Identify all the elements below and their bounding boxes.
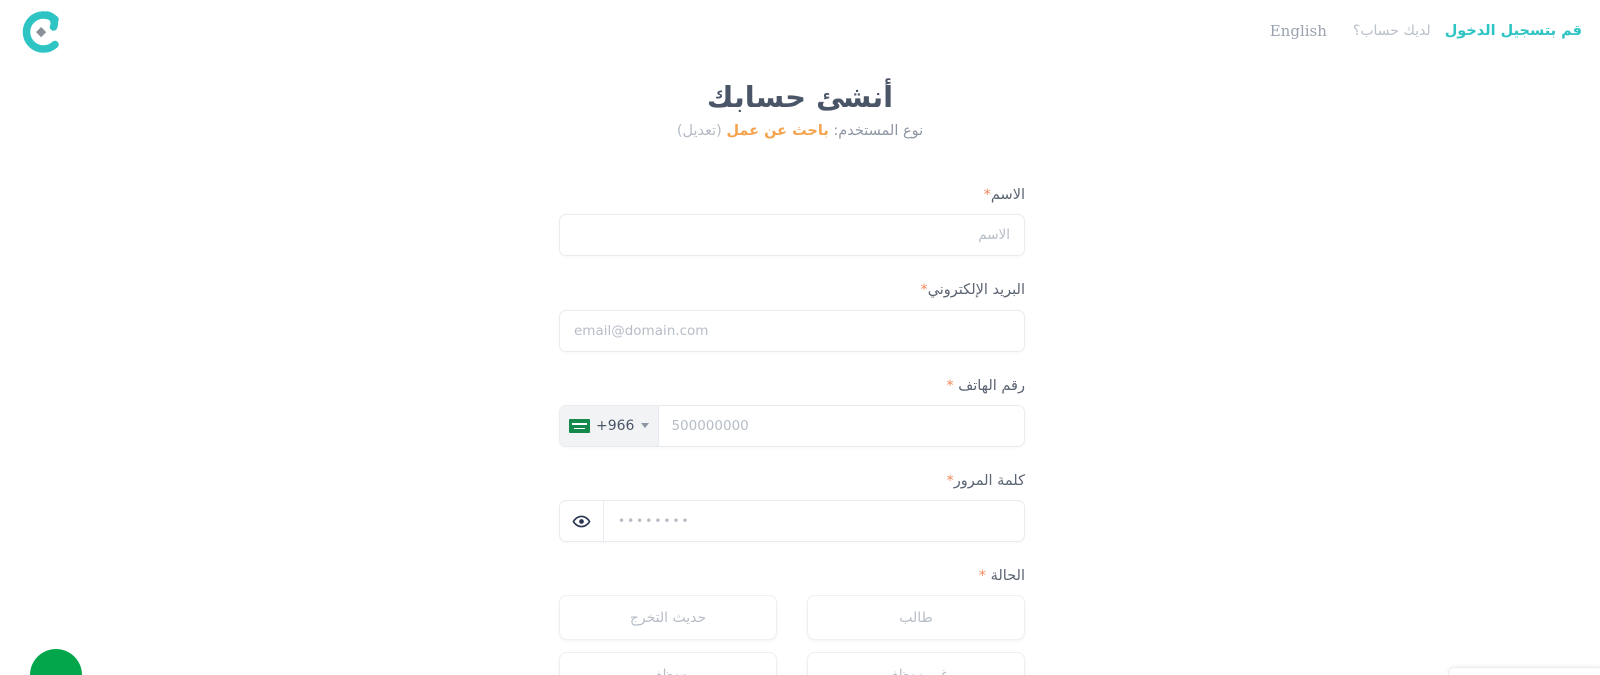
phone-required-mark: *	[946, 377, 954, 394]
field-status: الحالة * طالب حديث التخرج غير موظف موظف	[559, 566, 1025, 675]
status-option-label: حديث التخرج	[629, 609, 707, 626]
password-required-mark: *	[946, 472, 954, 489]
status-label: الحالة *	[559, 566, 1025, 586]
phone-label: رقم الهاتف *	[559, 376, 1025, 396]
phone-input[interactable]	[659, 405, 1024, 446]
company-logo[interactable]	[14, 6, 66, 58]
registration-form: الاسم* البريد الإلكتروني* رقم الهاتف * +…	[559, 185, 1025, 675]
edit-user-type-link[interactable]: (تعديل)	[677, 123, 722, 139]
email-label: البريد الإلكتروني*	[559, 280, 1025, 300]
status-options-grid: طالب حديث التخرج غير موظف موظف	[559, 595, 1025, 675]
toggle-password-visibility-button[interactable]	[560, 501, 604, 542]
email-required-mark: *	[920, 282, 928, 299]
company-logo-icon	[22, 11, 59, 53]
password-input[interactable]	[604, 501, 1024, 542]
chevron-down-icon	[641, 423, 650, 429]
status-option-student[interactable]: طالب	[807, 595, 1025, 641]
status-option-label: طالب	[899, 609, 933, 626]
name-required-mark: *	[983, 187, 991, 203]
field-email: البريد الإلكتروني*	[559, 280, 1025, 352]
page-subtitle: نوع المستخدم: باحث عن عمل (تعديل)	[0, 121, 1600, 143]
email-input[interactable]	[560, 310, 1024, 351]
field-phone: رقم الهاتف * +966	[559, 376, 1025, 447]
status-label-text: الحالة	[990, 568, 1025, 585]
name-label: الاسم*	[559, 185, 1025, 205]
status-option-recent-graduate[interactable]: حديث التخرج	[559, 595, 777, 641]
eye-icon	[572, 515, 591, 528]
name-label-text: الاسم	[990, 187, 1025, 203]
phone-input-wrapper[interactable]: +966	[559, 404, 1025, 447]
name-input[interactable]	[560, 215, 1024, 256]
status-option-unemployed[interactable]: غير موظف	[807, 652, 1025, 675]
password-input-wrapper[interactable]	[559, 500, 1025, 543]
country-code-select[interactable]: +966	[560, 405, 660, 446]
saudi-arabia-flag-icon	[569, 418, 590, 433]
status-option-employed[interactable]: موظف	[559, 652, 777, 675]
field-name: الاسم*	[559, 185, 1025, 257]
password-label-text: كلمة المرور	[953, 472, 1025, 489]
user-type-value: باحث عن عمل	[726, 123, 829, 139]
bottom-right-widget-sliver[interactable]	[1448, 667, 1600, 675]
have-account-text: لديك حساب؟	[1352, 23, 1431, 39]
language-switch-link[interactable]: English	[1270, 22, 1327, 40]
whatsapp-chat-button[interactable]	[30, 649, 82, 675]
user-type-prefix: نوع المستخدم:	[833, 123, 924, 139]
status-required-mark: *	[978, 568, 986, 585]
password-label: كلمة المرور*	[559, 471, 1025, 491]
field-password: كلمة المرور*	[559, 471, 1025, 543]
login-link[interactable]: قم بتسجيل الدخول	[1445, 23, 1582, 39]
email-label-text: البريد الإلكتروني	[927, 282, 1025, 299]
phone-label-text: رقم الهاتف	[958, 377, 1025, 394]
status-option-label: غير موظف	[883, 666, 949, 675]
top-bar: قم بتسجيل الدخول لديك حساب؟ English	[0, 0, 1600, 62]
email-input-wrapper[interactable]	[559, 309, 1025, 352]
status-option-label: موظف	[647, 666, 689, 675]
page-title: أنشئ حسابك	[706, 80, 894, 114]
top-bar-left-group: قم بتسجيل الدخول لديك حساب؟ English	[1270, 22, 1582, 40]
dial-code-label: +966	[596, 417, 635, 434]
name-input-wrapper[interactable]	[559, 214, 1025, 257]
